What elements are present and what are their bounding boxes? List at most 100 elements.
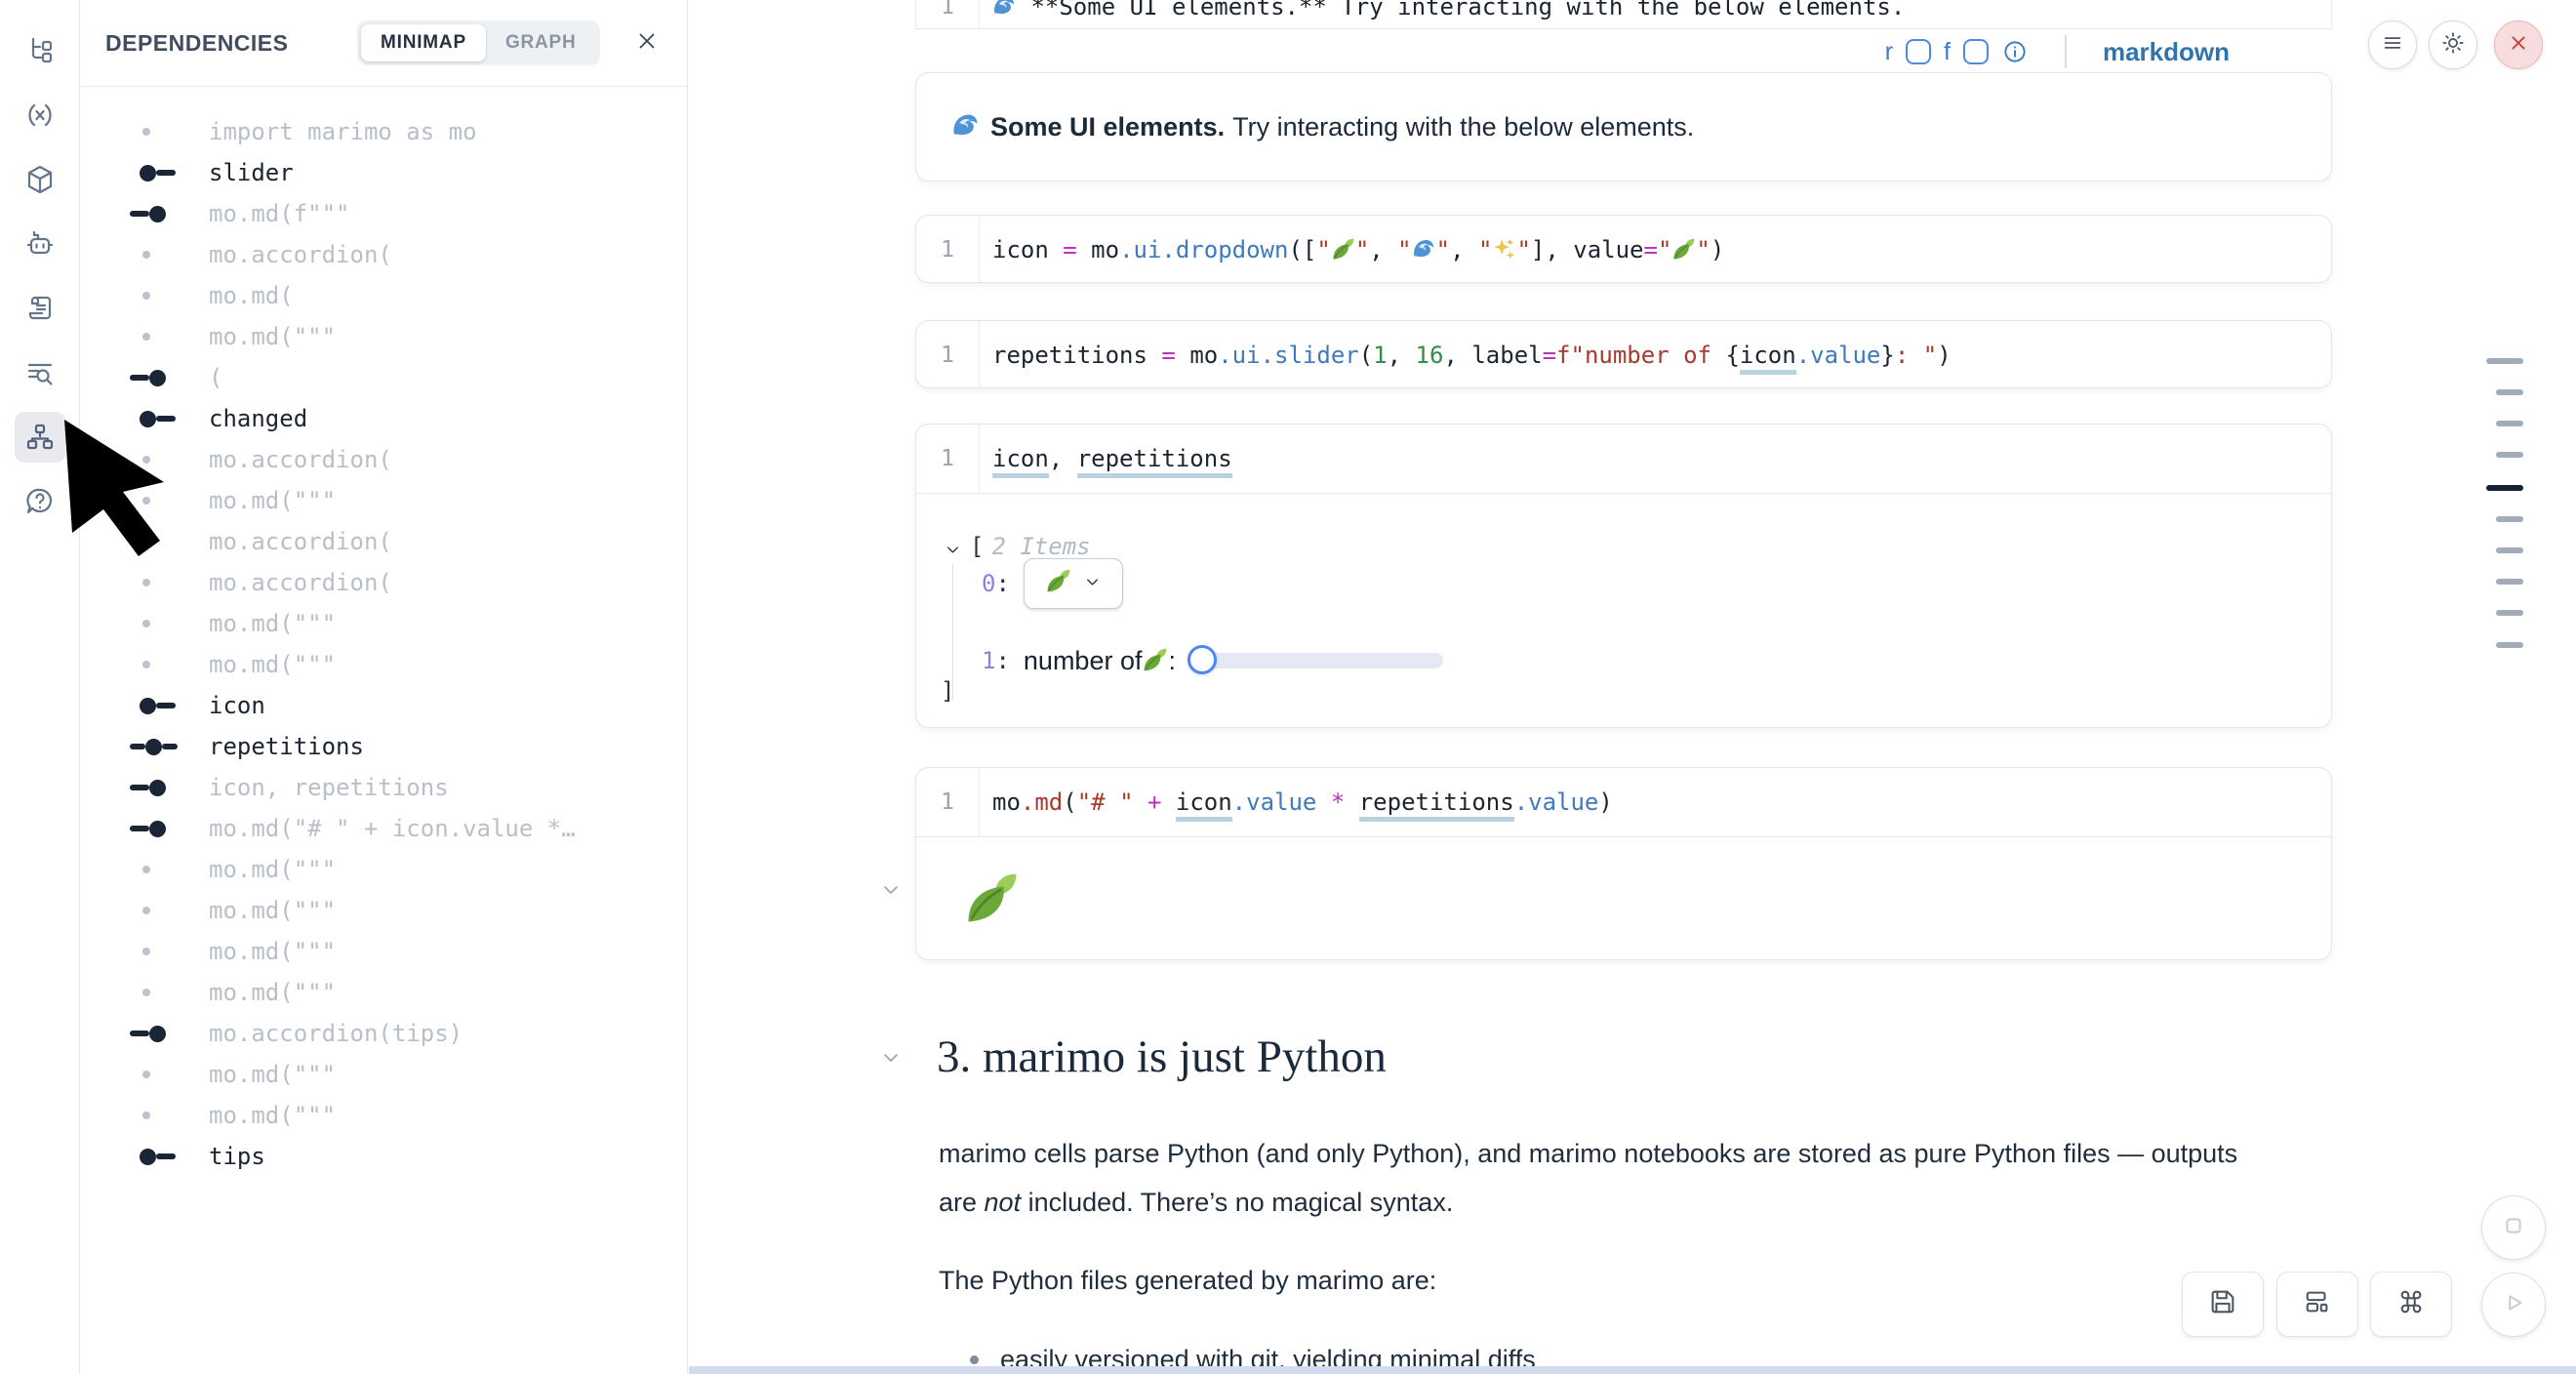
close-icon	[634, 28, 660, 59]
cell-tuple-output: 1 icon, repetitions [ 2 Items 0 : 1 :	[915, 424, 2332, 728]
bracket-open: [	[970, 533, 984, 560]
minimap-item[interactable]: mo.md(f"""	[80, 193, 687, 234]
minimap-item[interactable]: mo.md("""	[80, 1095, 687, 1136]
scrollmap-line-current[interactable]	[2486, 485, 2523, 491]
scrollmap-line[interactable]	[2496, 516, 2523, 522]
menu-button[interactable]	[2368, 20, 2417, 69]
dependency-graph-icon[interactable]	[15, 412, 65, 463]
info-icon[interactable]	[2001, 38, 2029, 65]
close-panel-button[interactable]	[632, 28, 662, 58]
minimap-item-label: (	[209, 364, 222, 391]
minimap-item[interactable]: mo.md("""	[80, 931, 687, 972]
scrollmap-line[interactable]	[2496, 642, 2523, 648]
minimap-item[interactable]: mo.md("""	[80, 316, 687, 357]
scrollmap-line[interactable]	[2486, 358, 2523, 364]
raw-checkbox[interactable]	[1906, 39, 1931, 64]
tab-graph[interactable]: GRAPH	[486, 24, 596, 61]
code-editor[interactable]: icon, repetitions	[980, 425, 2331, 493]
settings-gear-button[interactable]	[2429, 20, 2477, 69]
scrollmap-line[interactable]	[2496, 421, 2523, 426]
section-paragraph-2: The Python files generated by marimo are…	[939, 1256, 2305, 1305]
fstring-checkbox[interactable]	[1963, 39, 1989, 64]
cell-marker-icon	[130, 989, 198, 996]
minimap-item-label: mo.md("""	[209, 938, 336, 965]
view-switcher: MINIMAP GRAPH	[357, 20, 600, 65]
stop-icon	[2499, 1211, 2528, 1245]
minimap-item[interactable]: mo.md("""	[80, 644, 687, 685]
code-editor[interactable]: repetitions = mo.ui.slider(1, 16, label=…	[980, 321, 2331, 388]
bullet-dot	[970, 1355, 979, 1364]
repetitions-slider[interactable]	[1191, 653, 1443, 668]
minimap-item[interactable]: (	[80, 357, 687, 398]
scrollmap-line[interactable]	[2496, 579, 2523, 585]
shutdown-button[interactable]	[2494, 20, 2543, 69]
minimap-item[interactable]: icon	[80, 685, 687, 726]
snippets-scroll-icon[interactable]	[15, 283, 65, 334]
cell-marker-icon	[130, 661, 198, 668]
cell-md-heading: 1 mo.md("# " + icon.value * repetitions.…	[915, 767, 2332, 960]
language-badge[interactable]: markdown	[2103, 37, 2230, 67]
minimap-item[interactable]: repetitions	[80, 726, 687, 767]
panel-title: DEPENDENCIES	[105, 0, 288, 86]
minimap-item-label: mo.md("""	[209, 323, 336, 350]
dependencies-header: DEPENDENCIES MINIMAP GRAPH	[80, 0, 687, 87]
code-editor[interactable]: icon = mo.ui.dropdown(["", "", ""], valu…	[980, 216, 2331, 283]
minimap-item[interactable]: mo.accordion(	[80, 234, 687, 275]
scrollmap-line[interactable]	[2496, 452, 2523, 458]
package-icon[interactable]	[15, 154, 65, 205]
minimap-item[interactable]: icon, repetitions	[80, 767, 687, 808]
minimap-item-label: icon, repetitions	[209, 774, 449, 801]
scrollmap-line[interactable]	[2496, 389, 2523, 395]
save-icon	[2208, 1287, 2237, 1321]
help-icon[interactable]	[15, 476, 65, 527]
minimap-item[interactable]: slider	[80, 152, 687, 193]
minimap-item[interactable]: mo.md("""	[80, 1054, 687, 1095]
bottom-scroll-strip[interactable]	[689, 1366, 2576, 1374]
cell-collapse-chevron[interactable]	[879, 878, 903, 907]
code-editor[interactable]: mo.md("# " + icon.value * repetitions.va…	[980, 768, 2331, 836]
notebook-area: 1 **Some UI elements.** Try interacting …	[688, 0, 2576, 1374]
minimap-item[interactable]: mo.md("""	[80, 972, 687, 1013]
cell-marker-icon	[130, 128, 198, 136]
scrollmap-line[interactable]	[2496, 610, 2523, 616]
layout-grid-button[interactable]	[2276, 1272, 2358, 1337]
command-key-icon	[2396, 1287, 2426, 1321]
minimap-item-label: changed	[209, 405, 307, 432]
line-number: 1	[916, 321, 980, 388]
file-tree-icon[interactable]	[15, 25, 65, 76]
variables-icon[interactable]	[15, 90, 65, 141]
minimap-item[interactable]: mo.md("# " + icon.value *…	[80, 808, 687, 849]
cell-marker-icon	[130, 866, 198, 873]
ai-robot-icon[interactable]	[15, 219, 65, 269]
command-key-button[interactable]	[2370, 1272, 2452, 1337]
minimap-item-label: mo.accordion(tips)	[209, 1020, 463, 1047]
save-button[interactable]	[2182, 1272, 2264, 1337]
play-button[interactable]	[2481, 1273, 2546, 1337]
tree-output: [ 2 Items 0 : 1 : number of :	[916, 493, 2331, 728]
minimap-item[interactable]: mo.md("""	[80, 849, 687, 890]
minimap-item-label: mo.md("""	[209, 979, 336, 1006]
icon-dropdown[interactable]	[1024, 558, 1123, 609]
section-collapse-chevron[interactable]	[879, 1046, 903, 1074]
clipped-markdown-editor[interactable]: 1 **Some UI elements.** Try interacting …	[915, 0, 2332, 29]
cell-marker-icon	[130, 333, 198, 341]
minimap-item-label: mo.accordion(	[209, 446, 392, 473]
cell-marker-icon	[130, 620, 198, 627]
minimap-item[interactable]: mo.accordion(tips)	[80, 1013, 687, 1054]
scrollmap-line[interactable]	[2496, 547, 2523, 553]
slider-thumb[interactable]	[1187, 645, 1217, 674]
minimap-item[interactable]: mo.md(	[80, 275, 687, 316]
tree-index-1: 1	[982, 647, 995, 674]
chevron-down-icon	[1083, 570, 1102, 597]
minimap-item-label: mo.md("""	[209, 1061, 336, 1088]
minimap-item[interactable]: mo.md("""	[80, 890, 687, 931]
tab-minimap[interactable]: MINIMAP	[361, 24, 486, 61]
stop-button[interactable]	[2481, 1195, 2546, 1260]
tree-collapse-icon[interactable]	[944, 538, 962, 556]
play-icon	[2499, 1288, 2528, 1322]
log-search-icon[interactable]	[15, 347, 65, 398]
minimap-item[interactable]: mo.md("""	[80, 603, 687, 644]
cell-marker-icon	[130, 739, 198, 755]
minimap-item[interactable]: tips	[80, 1136, 687, 1177]
minimap-item[interactable]: import marimo as mo	[80, 111, 687, 152]
